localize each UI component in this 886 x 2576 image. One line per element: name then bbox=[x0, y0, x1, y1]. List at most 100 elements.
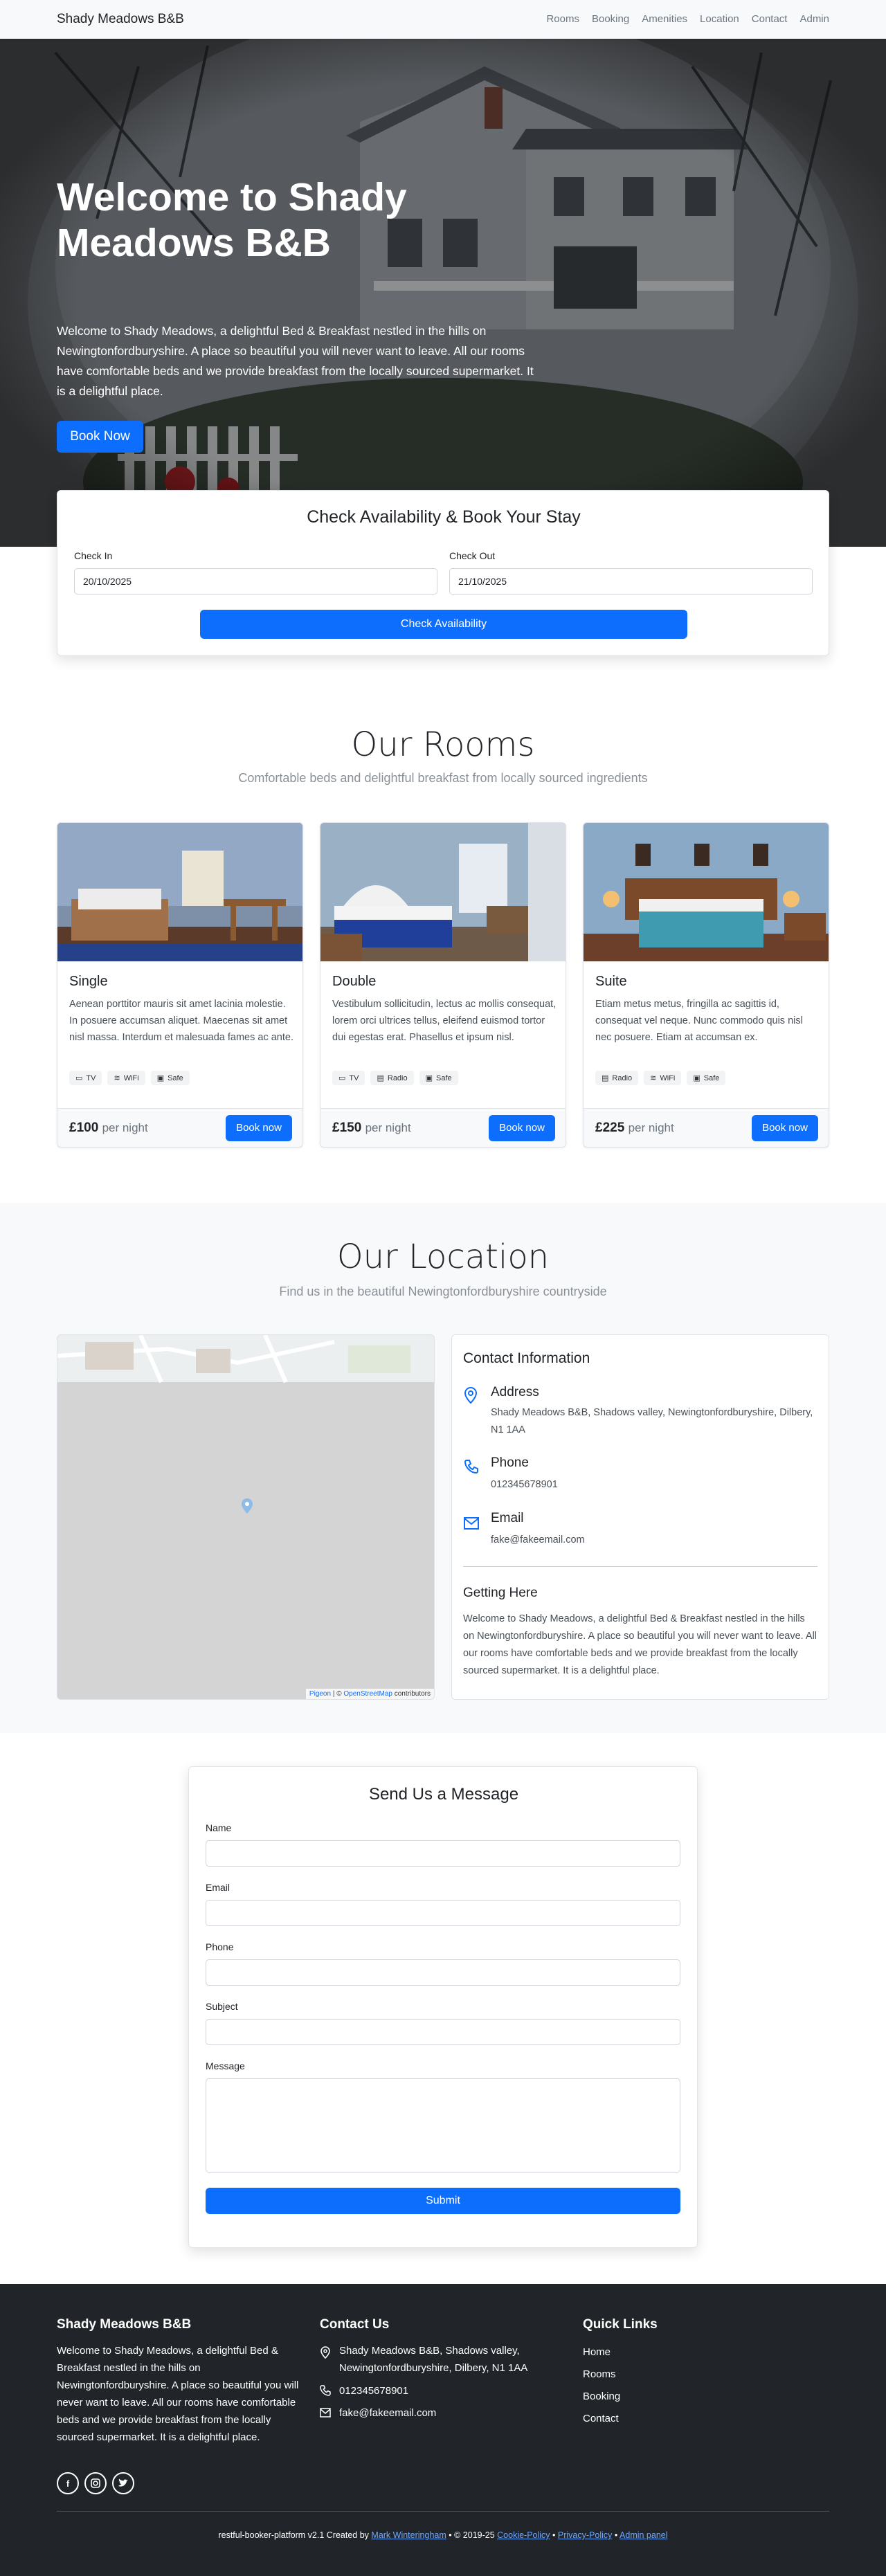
room-price: £150 per night bbox=[332, 1121, 411, 1135]
room-book-now-button[interactable]: Book now bbox=[489, 1115, 555, 1141]
divider bbox=[463, 1566, 817, 1567]
email-form-label: Email bbox=[206, 1882, 230, 1893]
footer-envelope-icon bbox=[320, 2408, 331, 2418]
feature-radio: ▤ Radio bbox=[370, 1071, 414, 1085]
nav-link-booking[interactable]: Booking bbox=[592, 13, 629, 25]
wifi-icon: ≋ bbox=[650, 1074, 657, 1082]
getting-here-title: Getting Here bbox=[463, 1586, 538, 1600]
phone-input[interactable] bbox=[206, 1959, 680, 1986]
navbar: Shady Meadows B&B Rooms Booking Amenitie… bbox=[0, 0, 886, 39]
checkout-input[interactable]: 21/10/2025 bbox=[449, 568, 813, 595]
footer-link-home[interactable]: Home bbox=[583, 2343, 611, 2361]
svg-text:f: f bbox=[66, 2478, 70, 2489]
checkin-input[interactable]: 20/10/2025 bbox=[74, 568, 437, 595]
cookie-policy-link[interactable]: Cookie-Policy bbox=[497, 2530, 550, 2540]
feature-safe: ▣ Safe bbox=[419, 1071, 458, 1085]
footer-email: fake@fakeemail.com bbox=[339, 2407, 437, 2419]
subject-label: Subject bbox=[206, 2001, 238, 2012]
room-footer: £150 per night Book now bbox=[320, 1108, 566, 1147]
room-price: £100 per night bbox=[69, 1121, 148, 1135]
safe-icon: ▣ bbox=[156, 1074, 165, 1082]
footer-phone-icon bbox=[320, 2385, 331, 2396]
room-image-suite bbox=[584, 823, 829, 961]
message-label: Message bbox=[206, 2060, 245, 2071]
nav-link-contact[interactable]: Contact bbox=[752, 13, 788, 25]
nav-link-amenities[interactable]: Amenities bbox=[642, 13, 687, 25]
rooms-title: Our Rooms bbox=[351, 725, 535, 764]
phone-value: 012345678901 bbox=[491, 1479, 558, 1490]
room-book-now-button[interactable]: Book now bbox=[226, 1115, 292, 1141]
twitter-icon[interactable] bbox=[112, 2472, 134, 2494]
contact-form-card: Send Us a Message Name Email Phone Subje… bbox=[188, 1766, 698, 2248]
nav-brand[interactable]: Shady Meadows B&B bbox=[57, 12, 184, 27]
footer-link-contact[interactable]: Contact bbox=[583, 2410, 619, 2427]
room-image-double bbox=[320, 823, 566, 961]
map-pin-icon bbox=[464, 1386, 478, 1404]
getting-here-text: Welcome to Shady Meadows, a delightful B… bbox=[463, 1613, 817, 1676]
feature-wifi: ≋ WiFi bbox=[644, 1071, 682, 1085]
nav-link-location[interactable]: Location bbox=[700, 13, 739, 25]
email-label: Email bbox=[491, 1511, 524, 1525]
hero-book-now-button[interactable]: Book Now bbox=[57, 421, 143, 453]
footer-link-rooms[interactable]: Rooms bbox=[583, 2366, 616, 2383]
footer-map-pin-icon bbox=[320, 2346, 330, 2359]
footer-link-booking[interactable]: Booking bbox=[583, 2388, 620, 2405]
nav-links: Rooms Booking Amenities Location Contact… bbox=[546, 13, 829, 25]
subject-input[interactable] bbox=[206, 2019, 680, 2045]
map-attribution: Pigeon | © OpenStreetMap contributors bbox=[305, 1689, 434, 1699]
map-tiles bbox=[57, 1335, 434, 1699]
availability-card: Check Availability & Book Your Stay Chec… bbox=[57, 490, 829, 656]
message-textarea[interactable] bbox=[206, 2078, 680, 2173]
contact-info-title: Contact Information bbox=[463, 1350, 590, 1366]
author-link[interactable]: Mark Winteringham bbox=[371, 2530, 446, 2540]
safe-icon: ▣ bbox=[693, 1074, 700, 1082]
room-book-now-button[interactable]: Book now bbox=[752, 1115, 818, 1141]
check-availability-button[interactable]: Check Availability bbox=[200, 610, 687, 639]
privacy-policy-link[interactable]: Privacy-Policy bbox=[558, 2530, 613, 2540]
room-card-single: Single Aenean porttitor mauris sit amet … bbox=[57, 822, 303, 1148]
room-features: ▭ TV ≋ WiFi ▣ Safe bbox=[69, 1071, 190, 1085]
email-value: fake@fakeemail.com bbox=[491, 1534, 585, 1545]
osm-link[interactable]: OpenStreetMap bbox=[343, 1690, 392, 1698]
hero-section: Welcome to Shady Meadows B&B Welcome to … bbox=[0, 39, 886, 547]
location-subtitle: Find us in the beautiful Newingtonfordbu… bbox=[279, 1285, 607, 1298]
nav-link-admin[interactable]: Admin bbox=[799, 13, 829, 25]
email-input[interactable] bbox=[206, 1900, 680, 1926]
room-image-single bbox=[57, 823, 302, 961]
facebook-icon[interactable]: f bbox=[57, 2472, 79, 2494]
phone-label: Phone bbox=[491, 1455, 529, 1470]
admin-panel-link[interactable]: Admin panel bbox=[620, 2530, 668, 2540]
submit-button[interactable]: Submit bbox=[206, 2188, 680, 2214]
pigeon-link[interactable]: Pigeon bbox=[309, 1690, 331, 1698]
name-input[interactable] bbox=[206, 1840, 680, 1867]
checkin-label: Check In bbox=[74, 550, 113, 561]
footer-brand: Shady Meadows B&B bbox=[57, 2317, 192, 2332]
footer-about: Welcome to Shady Meadows, a delightful B… bbox=[57, 2345, 299, 2443]
phone-icon bbox=[464, 1460, 478, 1474]
contact-info-card: Contact Information Address Shady Meadow… bbox=[451, 1334, 829, 1700]
instagram-icon[interactable] bbox=[84, 2472, 107, 2494]
nav-link-rooms[interactable]: Rooms bbox=[546, 13, 579, 25]
footer-address: Shady Meadows B&B, Shadows valley, Newin… bbox=[339, 2345, 528, 2374]
room-card-double: Double Vestibulum sollicitudin, lectus a… bbox=[320, 822, 566, 1148]
rooms-subtitle: Comfortable beds and delightful breakfas… bbox=[238, 771, 648, 785]
footer-quick-links-title: Quick Links bbox=[583, 2317, 658, 2332]
contact-form-title: Send Us a Message bbox=[368, 1785, 519, 1804]
footer-divider bbox=[57, 2511, 829, 2512]
room-footer: £225 per night Book now bbox=[584, 1108, 829, 1147]
tv-icon: ▭ bbox=[338, 1074, 346, 1082]
room-description: Aenean porttitor mauris sit amet lacinia… bbox=[69, 999, 293, 1043]
room-price: £225 per night bbox=[595, 1121, 674, 1135]
address-label: Address bbox=[491, 1385, 539, 1399]
map[interactable]: Pigeon | © OpenStreetMap contributors bbox=[57, 1334, 435, 1700]
room-name: Double bbox=[332, 974, 377, 989]
map-marker-icon[interactable] bbox=[242, 1498, 253, 1514]
room-description: Etiam metus metus, fringilla ac sagittis… bbox=[595, 999, 803, 1043]
tv-icon: ▭ bbox=[75, 1074, 83, 1082]
location-title: Our Location bbox=[336, 1237, 550, 1276]
feature-safe: ▣ Safe bbox=[150, 1071, 190, 1085]
footer-copyright: restful-booker-platform v2.1 Created by … bbox=[218, 2530, 668, 2540]
name-label: Name bbox=[206, 1822, 232, 1833]
room-card-suite: Suite Etiam metus metus, fringilla ac sa… bbox=[583, 822, 829, 1148]
feature-radio: ▤ Radio bbox=[595, 1071, 639, 1085]
